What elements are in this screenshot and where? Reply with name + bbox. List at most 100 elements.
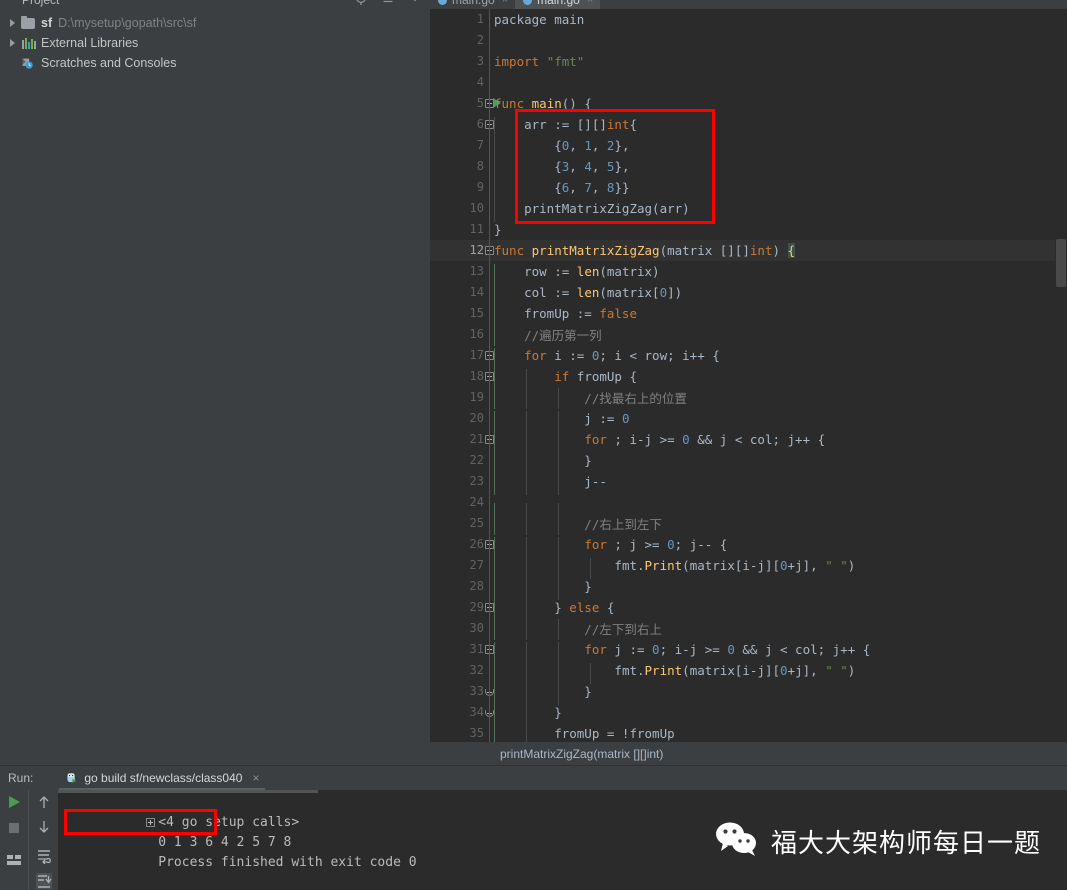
project-sidebar: Project	[0, 0, 430, 765]
tree-item-scratches[interactable]: Scratches and Consoles	[0, 53, 430, 73]
stop-icon[interactable]	[6, 820, 22, 836]
code-line[interactable]: 26 for ; j >= 0; j-- {	[430, 534, 1067, 558]
soft-wrap-icon[interactable]	[36, 848, 52, 865]
tree-item-sf[interactable]: sf D:\mysetup\gopath\src\sf	[0, 13, 430, 33]
go-file-icon	[438, 0, 447, 5]
line-number: 35	[469, 726, 484, 740]
line-number: 19	[469, 390, 484, 404]
line-number: 5	[430, 93, 501, 114]
code-line-text: {0, 1, 2},	[488, 138, 1067, 159]
code-line-text: //右上到左下	[488, 514, 1067, 535]
code-content[interactable]: 1 package main 2 3 import "fmt" 4 5 func main()…	[430, 9, 1067, 742]
vertical-scrollbar-thumb[interactable]	[1056, 239, 1066, 287]
code-line[interactable]: 28 }	[430, 576, 1067, 600]
console-horizontal-scrollbar[interactable]	[58, 790, 318, 793]
code-line[interactable]: 4	[430, 72, 1067, 93]
code-line[interactable]: 27 fmt.Print(matrix[i-j][0+j], " ")	[430, 555, 1067, 579]
code-line[interactable]: 29 } else {	[430, 597, 1067, 621]
code-line[interactable]: 32 fmt.Print(matrix[i-j][0+j], " ")	[430, 660, 1067, 684]
line-number: 15	[469, 306, 484, 320]
rerun-icon[interactable]	[6, 794, 22, 810]
code-line[interactable]: 10 printMatrixZigZag(arr)	[430, 198, 1067, 222]
code-line[interactable]: 3 import "fmt"	[430, 51, 1067, 72]
line-number: 23	[469, 474, 484, 488]
code-line-text: import "fmt"	[494, 54, 585, 69]
run-configuration-tab[interactable]: go build sf/newclass/class040 ×	[59, 766, 266, 790]
code-line[interactable]: 35 fromUp = !fromUp	[430, 723, 1067, 742]
code-line[interactable]: 14 col := len(matrix[0])	[430, 282, 1067, 306]
code-line[interactable]: 1 package main	[430, 9, 1067, 30]
code-line[interactable]: 9 {6, 7, 8}}	[430, 177, 1067, 201]
indent-guide	[526, 388, 527, 409]
code-line[interactable]: 34 }	[430, 702, 1067, 726]
code-line[interactable]: 8 {3, 4, 5},	[430, 156, 1067, 180]
code-line[interactable]: 22 }	[430, 450, 1067, 474]
code-line[interactable]: 16 //遍历第一列	[430, 324, 1067, 346]
line-number: 32	[469, 663, 484, 677]
chevron-right-icon[interactable]	[6, 16, 20, 30]
code-line[interactable]: 23 j--	[430, 471, 1067, 495]
close-icon[interactable]: ×	[587, 0, 593, 6]
code-line[interactable]: 12 func printMatrixZigZag(matrix [][]int)…	[430, 240, 1067, 261]
code-line[interactable]: 7 {0, 1, 2},	[430, 135, 1067, 159]
code-line[interactable]: 18 if fromUp {	[430, 366, 1067, 390]
line-number: 7	[476, 138, 484, 152]
code-line-text: fmt.Print(matrix[i-j][0+j], " ")	[488, 663, 1067, 684]
code-line[interactable]: 5 func main() {	[430, 93, 1067, 114]
code-line[interactable]: 33 }	[430, 681, 1067, 705]
collapse-icon[interactable]	[381, 0, 395, 5]
code-line[interactable]: 17 for i := 0; i < row; i++ {	[430, 345, 1067, 369]
code-line-text: col := len(matrix[0])	[488, 285, 1067, 306]
code-line-text: fromUp = !fromUp	[488, 726, 1067, 742]
code-line[interactable]: 11}	[430, 219, 1067, 240]
code-line[interactable]: 15 fromUp := false	[430, 303, 1067, 327]
editor-marker-gutter[interactable]	[1055, 9, 1067, 742]
line-number: 9	[476, 180, 484, 194]
panel-title: Project	[22, 0, 59, 7]
editor-tab-bar: main.go × main.go ×	[430, 0, 1067, 11]
code-line-text: fmt.Print(matrix[i-j][0+j], " ")	[488, 558, 1067, 579]
breadcrumb[interactable]: printMatrixZigZag(matrix [][]int)	[430, 742, 1067, 765]
code-line-text: for i := 0; i < row; i++ {	[488, 348, 1067, 369]
project-panel-header: Project	[0, 0, 430, 8]
code-line[interactable]: 24	[430, 492, 1067, 524]
line-number: 26	[469, 537, 484, 551]
run-toolbar-right	[28, 790, 58, 890]
close-icon[interactable]: ×	[252, 771, 259, 785]
code-line-text: //左下到右上	[488, 619, 1067, 640]
code-line[interactable]: 19 //找最右上的位置	[430, 387, 1067, 409]
breadcrumb-text: printMatrixZigZag(matrix [][]int)	[500, 746, 664, 761]
layout-icon[interactable]	[6, 852, 22, 868]
close-icon[interactable]: ×	[502, 0, 508, 6]
code-line[interactable]: 2	[430, 30, 1067, 51]
chevron-right-icon[interactable]	[6, 36, 20, 50]
code-line-text: for j := 0; i-j >= 0 && j < col; j++ {	[488, 642, 1067, 663]
code-line-text: }	[494, 222, 502, 237]
indent-guide	[494, 388, 495, 409]
line-number: 12	[469, 243, 484, 257]
tree-item-external-libraries[interactable]: External Libraries	[0, 33, 430, 53]
code-line-text: printMatrixZigZag(arr)	[488, 201, 1067, 222]
line-number: 16	[469, 327, 484, 341]
up-arrow-icon[interactable]	[36, 794, 52, 810]
code-line[interactable]: 6 arr := [][]int{	[430, 114, 1067, 138]
expand-icon[interactable]	[146, 818, 156, 827]
code-line[interactable]: 31 for j := 0; i-j >= 0 && j < col; j++ …	[430, 639, 1067, 663]
tab-main-go-2[interactable]: main.go ×	[515, 0, 601, 11]
scroll-to-end-icon[interactable]	[35, 873, 52, 889]
code-line[interactable]: 20 j := 0	[430, 408, 1067, 432]
tab-main-go-1[interactable]: main.go ×	[430, 0, 515, 9]
code-line[interactable]: 21 for ; i-j >= 0 && j < col; j++ {	[430, 429, 1067, 453]
settings-icon[interactable]	[408, 0, 422, 5]
code-line[interactable]: 25 //右上到左下	[430, 513, 1067, 535]
down-arrow-icon[interactable]	[36, 819, 52, 835]
external-libraries-icon	[20, 35, 37, 51]
code-line[interactable]: 30 //左下到右上	[430, 618, 1067, 640]
code-line-text: //找最右上的位置	[488, 388, 1067, 409]
code-line-text: {3, 4, 5},	[488, 159, 1067, 180]
code-line[interactable]: 13 row := len(matrix)	[430, 261, 1067, 285]
line-number: 3	[476, 54, 484, 68]
code-line-text: if fromUp {	[488, 369, 1067, 390]
line-number: 30	[469, 621, 484, 635]
locate-icon[interactable]	[354, 0, 368, 5]
